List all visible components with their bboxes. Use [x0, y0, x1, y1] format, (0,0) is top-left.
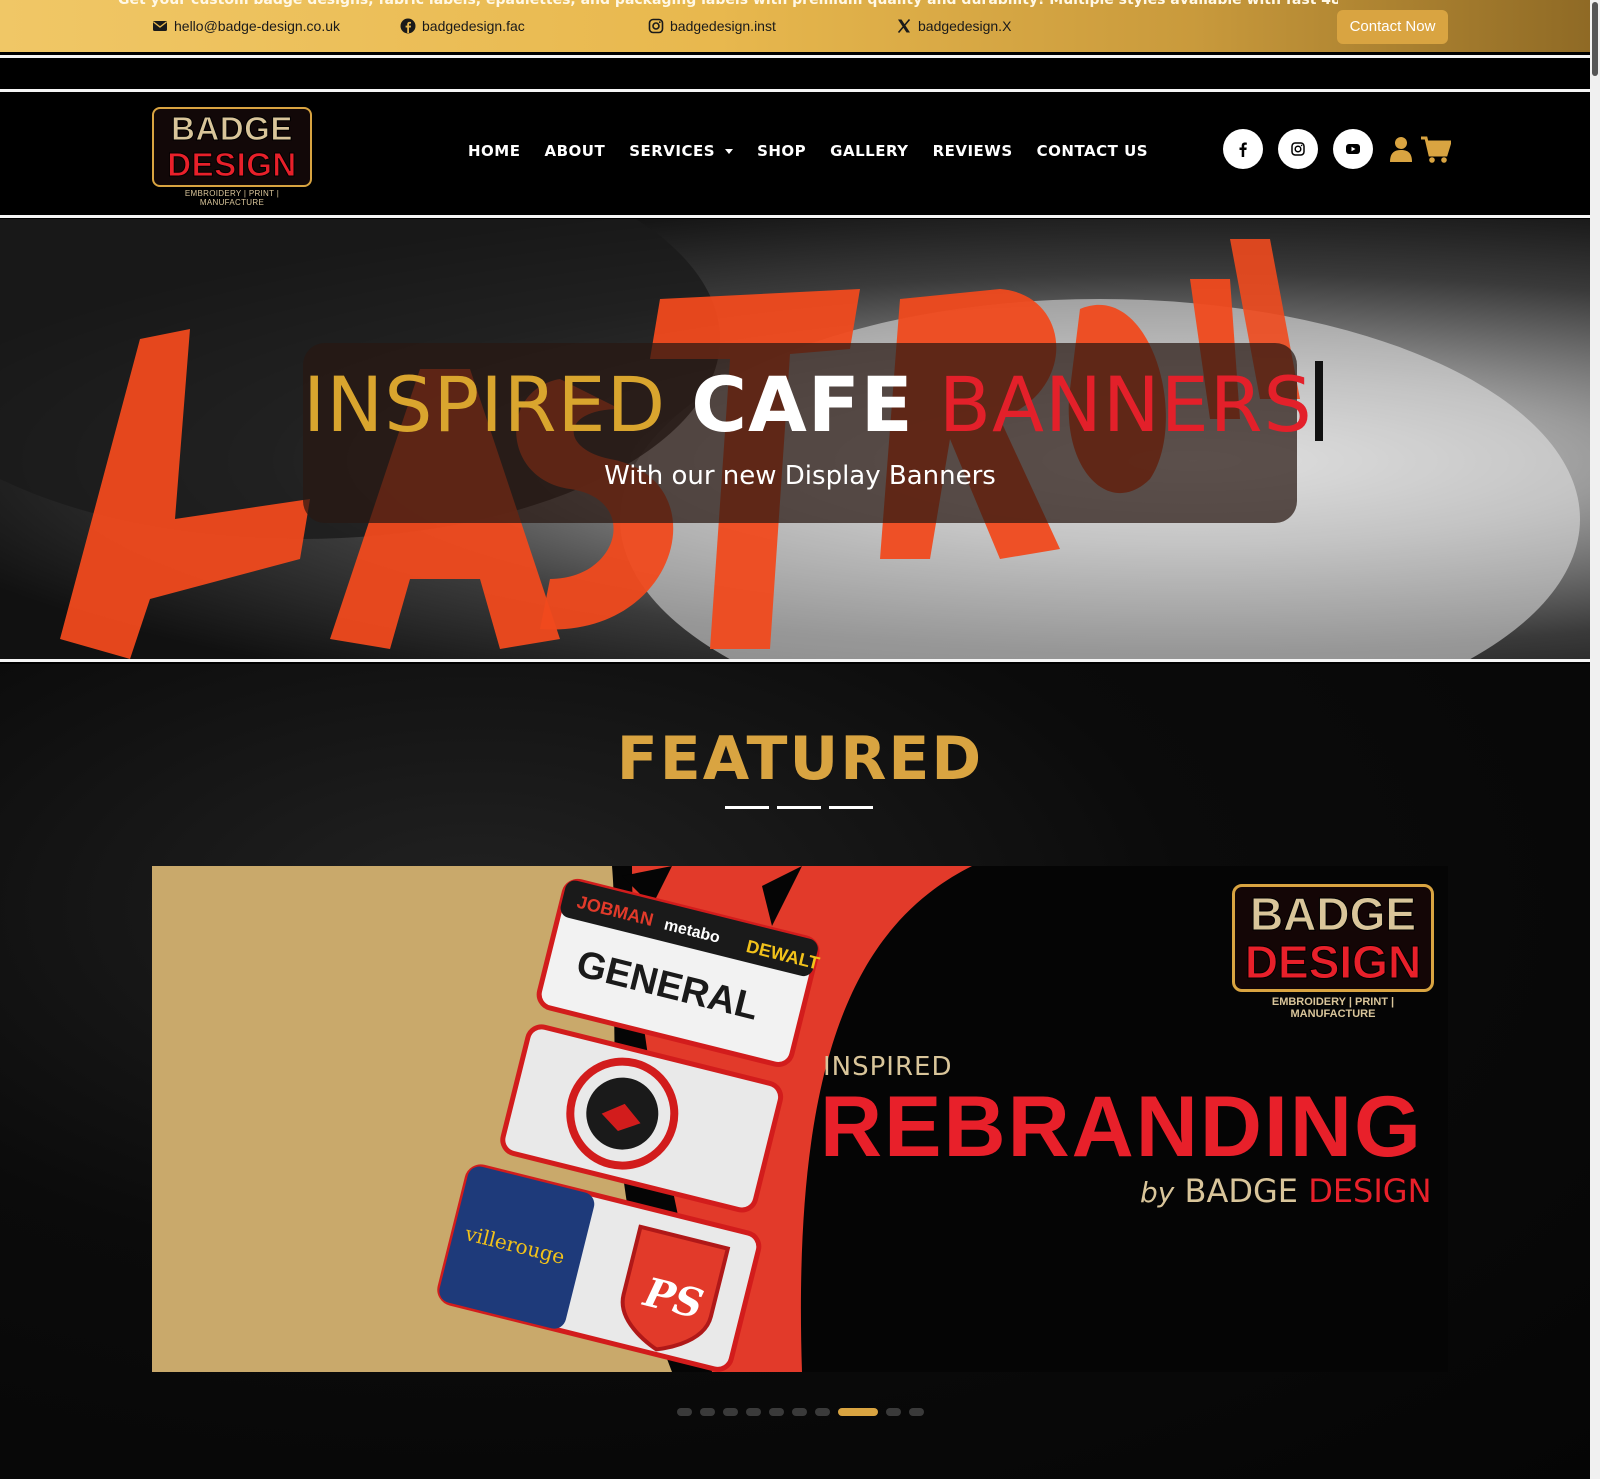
slide-logo-tagline: EMBROIDERY | PRINT | MANUFACTURE — [1271, 996, 1395, 1020]
carousel-dot[interactable] — [723, 1408, 738, 1416]
facebook-icon — [1239, 142, 1247, 157]
nav-services-label: SERVICES — [629, 142, 716, 160]
slide-headline: REBRANDING — [820, 1079, 1423, 1175]
slide-logo-line2: DESIGN — [1244, 936, 1422, 988]
nav-contact-us[interactable]: CONTACT US — [1037, 140, 1148, 162]
logo-line2: DESIGN — [167, 146, 297, 183]
facebook-link[interactable]: badgedesign.fac — [400, 16, 525, 36]
envelope-icon — [153, 21, 167, 31]
hero-subtitle: With our new Display Banners — [604, 461, 996, 491]
carousel-dot[interactable] — [886, 1408, 901, 1416]
nav-instagram-button[interactable] — [1278, 129, 1318, 169]
logo-box: BADGE DESIGN — [152, 107, 312, 187]
slide-logo-line1: BADGE — [1249, 888, 1417, 940]
nav-about[interactable]: ABOUT — [544, 140, 605, 162]
nav-reviews[interactable]: REVIEWS — [933, 140, 1013, 162]
top-bar: Get your custom badge designs, fabric la… — [0, 0, 1590, 52]
typing-cursor — [1314, 361, 1323, 441]
carousel-dot[interactable] — [838, 1408, 878, 1416]
facebook-text: badgedesign.fac — [422, 18, 525, 34]
facebook-icon — [400, 18, 416, 34]
x-text: badgedesign.X — [918, 18, 1012, 34]
carousel-dot[interactable] — [700, 1408, 715, 1416]
site-logo[interactable]: BADGE DESIGN EMBROIDERY | PRINT | MANUFA… — [152, 107, 312, 207]
hero-caption-box: INSPIRED CAFE BANNERS With our new Displ… — [303, 343, 1323, 523]
carousel-dots — [677, 1408, 924, 1416]
divider — [0, 215, 1590, 218]
instagram-icon — [648, 18, 664, 34]
hero-word-cafe: CAFE — [691, 360, 914, 449]
instagram-text: badgedesign.inst — [670, 18, 776, 34]
carousel-dot[interactable] — [909, 1408, 924, 1416]
carousel-dot[interactable] — [746, 1408, 761, 1416]
hero-title: INSPIRED CAFE BANNERS — [303, 360, 1323, 449]
scrollbar-thumb[interactable] — [1592, 2, 1598, 76]
x-link[interactable]: badgedesign.X — [896, 16, 1011, 36]
logo-line1: BADGE — [171, 110, 293, 147]
slide-logo: BADGE DESIGN EMBROIDERY | PRINT | MANUFA… — [1232, 884, 1434, 1020]
user-icon[interactable] — [1390, 136, 1412, 162]
carousel-dot[interactable] — [769, 1408, 784, 1416]
x-icon — [897, 18, 911, 34]
nav-services[interactable]: SERVICES — [629, 140, 734, 162]
featured-slide[interactable]: JOBMAN metabo DEWALT GENERAL villerouge … — [152, 866, 1448, 1372]
carousel-dot[interactable] — [815, 1408, 830, 1416]
contact-now-button[interactable]: Contact Now — [1337, 10, 1448, 44]
divider — [0, 55, 1590, 58]
hero-word-inspired: INSPIRED — [303, 360, 667, 449]
carousel-dot[interactable] — [792, 1408, 807, 1416]
hero-banner: INSPIRED CAFE BANNERS With our new Displ… — [0, 219, 1590, 659]
promo-ticker: Get your custom badge designs, fabric la… — [118, 0, 1338, 8]
carousel-dot[interactable] — [677, 1408, 692, 1416]
nav-gallery[interactable]: GALLERY — [830, 140, 908, 162]
youtube-icon — [1346, 144, 1360, 154]
slide-by-word: by — [1140, 1176, 1175, 1209]
nav-youtube-button[interactable] — [1333, 129, 1373, 169]
caret-down-icon — [725, 148, 734, 154]
featured-section: FEATURED JOBMAN metabo DEWALT GENERAL vi… — [0, 664, 1590, 1479]
instagram-link[interactable]: badgedesign.inst — [648, 16, 776, 36]
divider — [0, 659, 1590, 662]
title-underline — [725, 806, 769, 809]
hero-word-banners: BANNERS — [938, 360, 1313, 449]
slide-byline: by BADGE DESIGN — [1140, 1172, 1432, 1210]
cart-icon[interactable] — [1421, 136, 1451, 164]
nav-shop[interactable]: SHOP — [757, 140, 806, 162]
slide-brand-gold: BADGE — [1184, 1172, 1299, 1210]
title-underline — [829, 806, 873, 809]
slide-brand-red: DESIGN — [1308, 1172, 1432, 1210]
scrollbar[interactable] — [1590, 0, 1600, 1479]
main-nav: HOME ABOUT SERVICES SHOP GALLERY REVIEWS… — [468, 140, 1172, 162]
title-underline — [777, 806, 821, 809]
instagram-icon — [1291, 142, 1305, 156]
logo-tagline: EMBROIDERY | PRINT | MANUFACTURE — [184, 189, 280, 207]
divider — [0, 89, 1590, 92]
email-text: hello@badge-design.co.uk — [174, 18, 340, 34]
slide-inspired: INSPIRED — [823, 1052, 953, 1082]
email-link[interactable]: hello@badge-design.co.uk — [152, 16, 340, 36]
nav-facebook-button[interactable] — [1223, 129, 1263, 169]
navbar: BADGE DESIGN EMBROIDERY | PRINT | MANUFA… — [0, 94, 1590, 214]
featured-title: FEATURED — [616, 724, 984, 794]
slide-logo-box: BADGE DESIGN — [1232, 884, 1434, 992]
nav-home[interactable]: HOME — [468, 140, 520, 162]
